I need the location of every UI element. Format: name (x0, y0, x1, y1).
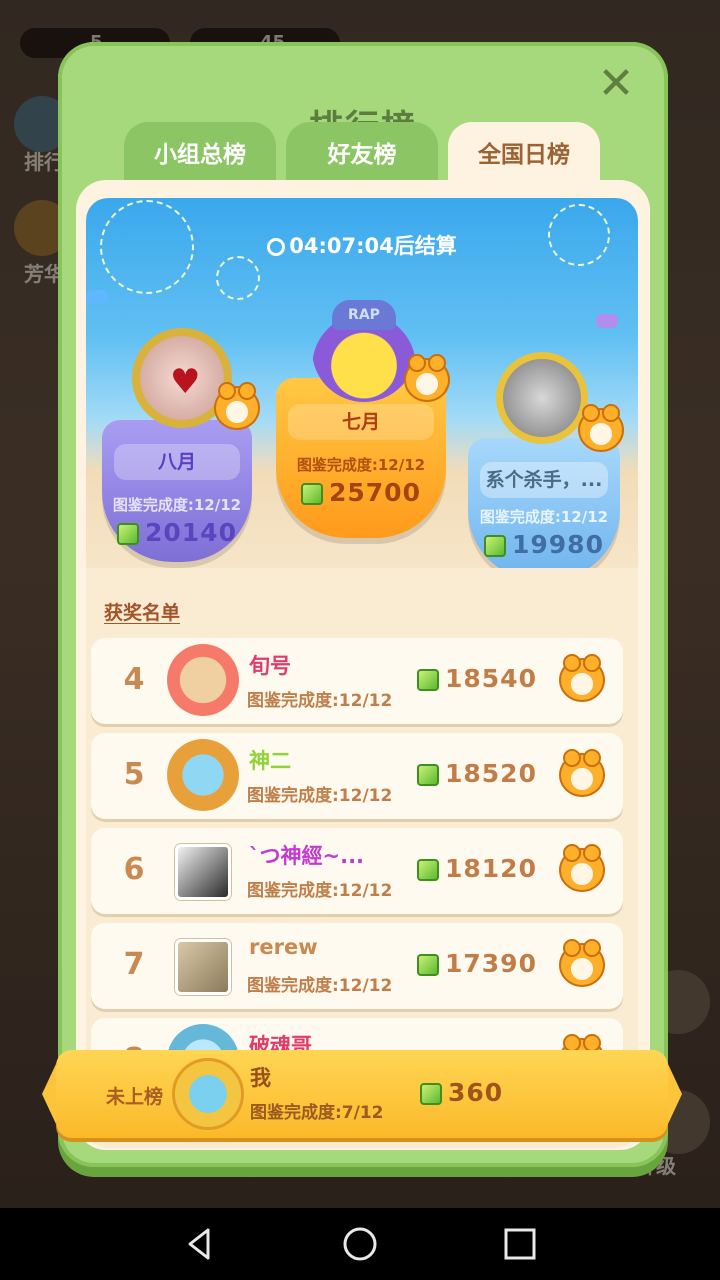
player-score: 18520 (417, 759, 537, 788)
tiger-pet-icon (214, 382, 260, 430)
rank-number: 6 (123, 852, 145, 887)
podium-progress: 图鉴完成度:12/12 (479, 508, 609, 526)
podium-score: 19980 (468, 530, 620, 559)
recent-apps-icon[interactable] (502, 1226, 538, 1262)
tab-label: 小组总榜 (154, 142, 246, 168)
my-avatar[interactable] (172, 1058, 244, 1130)
score-value: 19980 (512, 530, 604, 559)
podium-progress: 图鉴完成度:12/12 (112, 496, 242, 514)
podium-name: 八月 (114, 444, 240, 480)
gem-icon (417, 954, 439, 976)
leaderboard-content: 04:07:04后结算 八月 图鉴完成度:12/12 20140 ♥ 七月 图鉴… (76, 180, 650, 1150)
ranking-row[interactable]: 4 旬号 图鉴完成度:12/12 18540 (91, 638, 623, 724)
bunting-flag (596, 314, 618, 328)
player-avatar[interactable] (175, 844, 231, 900)
system-navigation-bar (0, 1208, 720, 1280)
gem-icon (484, 535, 506, 557)
player-name: 神二 (249, 749, 291, 773)
rank-number: 4 (123, 662, 145, 697)
player-avatar[interactable] (175, 939, 231, 995)
settlement-timer: 04:07:04后结算 (86, 230, 638, 260)
player-progress: 图鉴完成度:12/12 (247, 881, 393, 901)
player-progress: 图鉴完成度:12/12 (247, 786, 393, 806)
my-rank-status: 未上榜 (106, 1086, 164, 1108)
bunting-flag (86, 290, 108, 304)
gem-icon (417, 859, 439, 881)
player-score: 18120 (417, 854, 537, 883)
score-value: 360 (448, 1078, 504, 1107)
player-avatar[interactable] (167, 739, 239, 811)
player-score: 18540 (417, 664, 537, 693)
tab-label: 全国日榜 (478, 142, 570, 168)
score-value: 18120 (445, 854, 537, 883)
tiger-pet-icon (404, 354, 450, 402)
podium-third-avatar[interactable] (496, 352, 588, 444)
my-name: 我 (250, 1066, 271, 1090)
ranking-row[interactable]: 6 `つ神經~... 图鉴完成度:12/12 18120 (91, 828, 623, 914)
podium-first-avatar[interactable]: RAP (312, 298, 416, 402)
score-value: 25700 (329, 478, 421, 507)
firework-decoration (216, 256, 260, 300)
rank-number: 7 (123, 947, 145, 982)
gem-icon (417, 669, 439, 691)
gem-icon (420, 1083, 442, 1105)
player-avatar[interactable] (167, 644, 239, 716)
player-progress: 图鉴完成度:12/12 (247, 691, 393, 711)
player-name: `つ神經~... (249, 844, 365, 868)
close-icon: ✕ (597, 58, 635, 109)
tab-label: 好友榜 (327, 142, 397, 168)
leaderboard-modal: 排行榜 ✕ 小组总榜 好友榜 全国日榜 04:07:04后结算 八月 (58, 42, 668, 1167)
podium-third[interactable]: 系个杀手，... 图鉴完成度:12/12 19980 (468, 438, 620, 568)
timer-text: 04:07:04后结算 (289, 234, 457, 258)
player-score: 17390 (417, 949, 537, 978)
player-name: 旬号 (249, 654, 291, 678)
podium-banner: 04:07:04后结算 八月 图鉴完成度:12/12 20140 ♥ 七月 图鉴… (86, 198, 638, 568)
score-value: 18520 (445, 759, 537, 788)
score-value: 20140 (145, 518, 237, 547)
podium-score: 20140 (102, 518, 252, 547)
gem-icon (117, 523, 139, 545)
my-progress: 图鉴完成度:7/12 (250, 1103, 384, 1123)
gem-icon (417, 764, 439, 786)
player-progress: 图鉴完成度:12/12 (247, 976, 393, 996)
ranking-row[interactable]: 7 rerew 图鉴完成度:12/12 17390 (91, 923, 623, 1009)
heart-icon: ♥ (170, 362, 201, 402)
podium-name: 系个杀手，... (480, 462, 608, 498)
podium-second[interactable]: 八月 图鉴完成度:12/12 20140 (102, 420, 252, 562)
podium-score: 25700 (276, 478, 446, 507)
rank-number: 5 (123, 757, 145, 792)
my-rank-bar[interactable]: 未上榜 我 图鉴完成度:7/12 360 (42, 1050, 682, 1138)
rap-hat-icon: RAP (332, 300, 396, 330)
podium-first[interactable]: 七月 图鉴完成度:12/12 25700 (276, 378, 446, 538)
tiger-pet-icon (578, 404, 624, 452)
leaderboard-panel[interactable]: 04:07:04后结算 八月 图鉴完成度:12/12 20140 ♥ 七月 图鉴… (86, 198, 638, 1148)
tiger-pet-icon (559, 939, 605, 987)
close-button[interactable]: ✕ (594, 62, 638, 106)
tiger-pet-icon (559, 654, 605, 702)
tiger-pet-icon (559, 749, 605, 797)
gem-icon (301, 483, 323, 505)
my-score: 360 (420, 1078, 503, 1107)
podium-progress: 图鉴完成度:12/12 (296, 456, 426, 474)
clock-icon (267, 238, 286, 256)
back-icon[interactable] (182, 1226, 218, 1262)
winners-list-link[interactable]: 获奖名单 (104, 598, 180, 625)
podium-name: 七月 (288, 404, 434, 440)
score-value: 18540 (445, 664, 537, 693)
home-icon[interactable] (342, 1226, 378, 1262)
player-name: rerew (249, 935, 318, 959)
score-value: 17390 (445, 949, 537, 978)
ranking-row[interactable]: 5 神二 图鉴完成度:12/12 18520 (91, 733, 623, 819)
tiger-pet-icon (559, 844, 605, 892)
